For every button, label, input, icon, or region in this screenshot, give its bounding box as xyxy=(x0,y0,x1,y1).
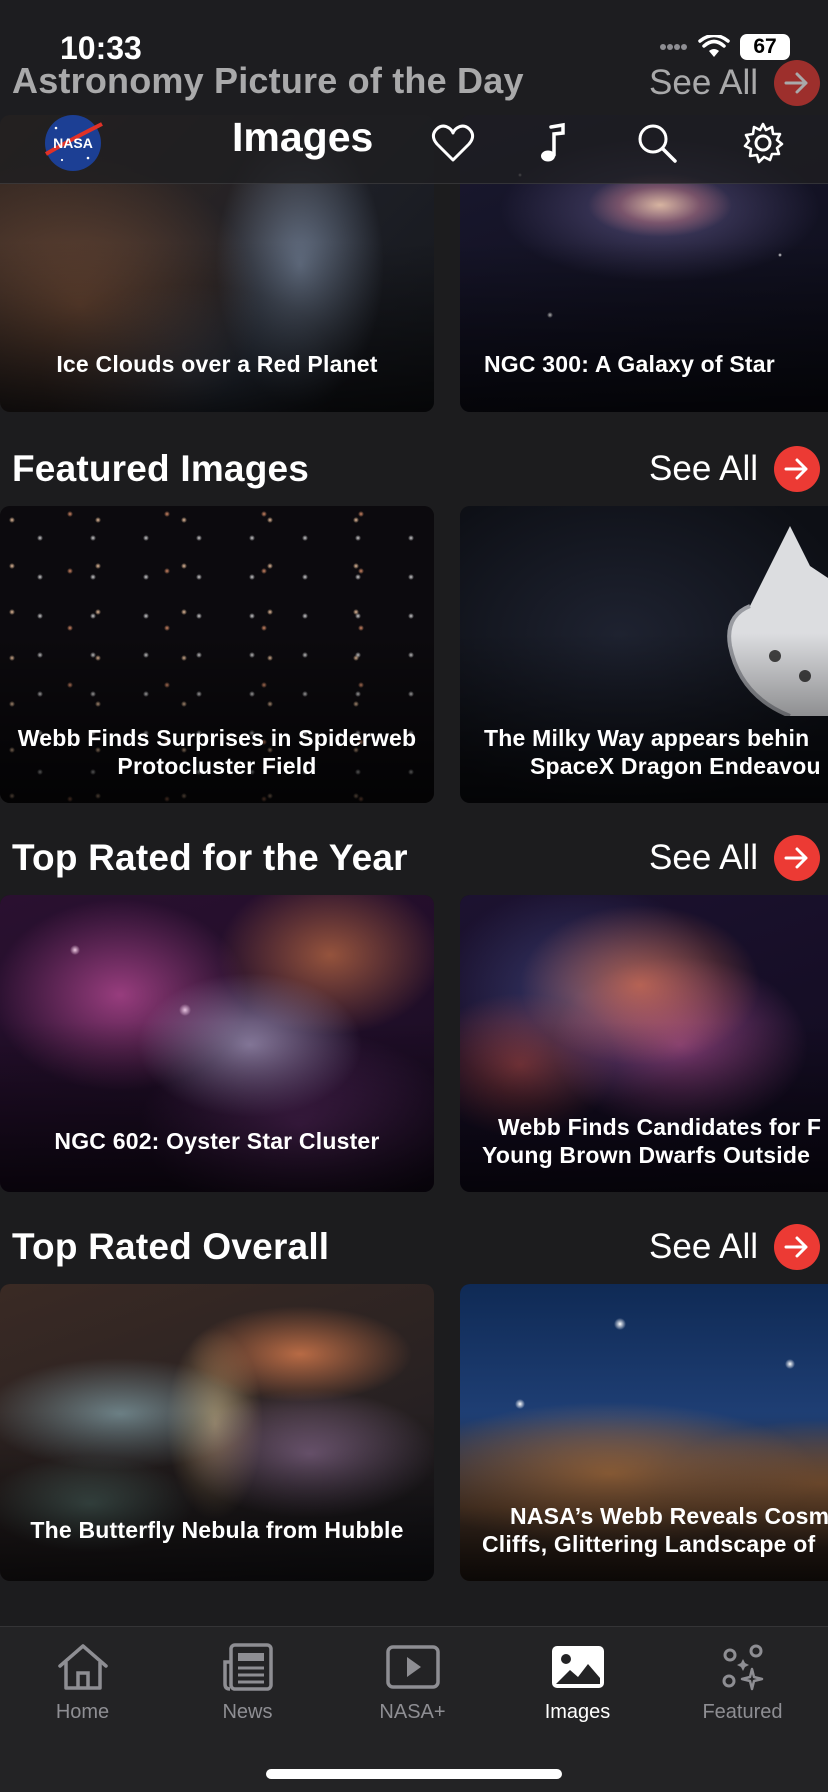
section-header: Top Rated Overall See All xyxy=(0,1222,828,1272)
card-caption: Cliffs, Glittering Landscape of xyxy=(482,1531,816,1557)
card-shade xyxy=(0,242,434,412)
image-card[interactable]: The Milky Way appears behin SpaceX Drago… xyxy=(460,506,828,803)
card-caption: NGC 300: A Galaxy of Star xyxy=(484,351,775,377)
card-caption: Ice Clouds over a Red Planet xyxy=(56,351,378,377)
tab-bar: Home News NASA+ Images Featured xyxy=(0,1626,828,1792)
arrow-right-icon xyxy=(774,1224,820,1270)
section-title: Astronomy Picture of the Day xyxy=(12,60,524,101)
card-caption: NGC 602: Oyster Star Cluster xyxy=(54,1128,380,1154)
card-caption: Webb Finds Candidates for F xyxy=(498,1114,822,1140)
see-all-label: See All xyxy=(649,1227,758,1266)
section-header: Featured Images See All xyxy=(0,444,828,494)
search-icon[interactable] xyxy=(632,118,682,168)
section-header: Top Rated for the Year See All xyxy=(0,833,828,883)
image-card[interactable]: Webb Finds Candidates for F Young Brown … xyxy=(460,895,828,1192)
see-all-button[interactable]: See All xyxy=(649,1224,820,1270)
signal-icon xyxy=(660,44,687,50)
nav-bar: NASA Images xyxy=(0,108,828,184)
nasa-logo[interactable]: NASA xyxy=(40,110,106,176)
image-card[interactable]: NGC 602: Oyster Star Cluster xyxy=(0,895,434,1192)
gear-icon[interactable] xyxy=(738,118,788,168)
home-indicator xyxy=(266,1769,562,1779)
see-all-label: See All xyxy=(649,63,758,102)
arrow-right-icon xyxy=(774,60,820,106)
tab-home[interactable]: Home xyxy=(0,1639,165,1739)
tab-nasa-plus[interactable]: NASA+ xyxy=(330,1639,495,1739)
heart-icon[interactable] xyxy=(428,118,478,168)
card-caption: NASA’s Webb Reveals Cosm xyxy=(510,1503,828,1529)
image-card[interactable]: Webb Finds Surprises in Spiderweb Protoc… xyxy=(0,506,434,803)
see-all-button[interactable]: See All xyxy=(649,446,820,492)
image-card[interactable]: NASA’s Webb Reveals Cosm Cliffs, Glitter… xyxy=(460,1284,828,1581)
tab-label: NASA+ xyxy=(379,1701,446,1723)
top-bar: 10:33 67 Astronomy Picture of the Day Se… xyxy=(0,0,828,184)
card-caption: Protocluster Field xyxy=(117,753,317,779)
card-shade xyxy=(0,1022,434,1192)
images-feed[interactable]: Ice Clouds over a Red Planet NGC 300: A … xyxy=(0,0,828,1626)
tab-label: Home xyxy=(55,1701,110,1723)
card-shade xyxy=(0,1411,434,1581)
section-title: Featured Images xyxy=(12,448,310,489)
card-caption: SpaceX Dragon Endeavou xyxy=(530,753,821,779)
photo-icon xyxy=(548,1639,608,1695)
see-all-label: See All xyxy=(649,449,758,488)
tab-label: News xyxy=(222,1701,273,1723)
tab-label: Featured xyxy=(702,1701,783,1723)
arrow-right-icon xyxy=(774,835,820,881)
page-title: Images xyxy=(232,114,374,160)
tab-featured[interactable]: Featured xyxy=(660,1639,825,1739)
section-title: Top Rated for the Year xyxy=(12,837,408,878)
section-title: Top Rated Overall xyxy=(12,1226,330,1267)
see-all-label: See All xyxy=(649,838,758,877)
image-card[interactable]: The Butterfly Nebula from Hubble xyxy=(0,1284,434,1581)
arrow-right-icon xyxy=(774,446,820,492)
tab-label: Images xyxy=(544,1701,611,1723)
music-note-icon[interactable] xyxy=(530,118,580,168)
card-shade xyxy=(460,242,828,412)
sparkles-icon xyxy=(713,1639,773,1695)
svg-text:NASA: NASA xyxy=(53,135,93,151)
apod-section-header: Astronomy Picture of the Day See All xyxy=(0,56,828,106)
card-caption: The Milky Way appears behin xyxy=(484,725,810,751)
card-caption: Young Brown Dwarfs Outside xyxy=(482,1142,811,1168)
card-caption: The Butterfly Nebula from Hubble xyxy=(30,1517,404,1543)
card-caption: Webb Finds Surprises in Spiderweb xyxy=(17,725,417,751)
see-all-button[interactable]: See All xyxy=(649,60,820,106)
house-icon xyxy=(53,1639,113,1695)
tab-news[interactable]: News xyxy=(165,1639,330,1739)
tab-images[interactable]: Images xyxy=(495,1639,660,1739)
newspaper-icon xyxy=(218,1639,278,1695)
play-icon xyxy=(383,1639,443,1695)
see-all-button[interactable]: See All xyxy=(649,835,820,881)
